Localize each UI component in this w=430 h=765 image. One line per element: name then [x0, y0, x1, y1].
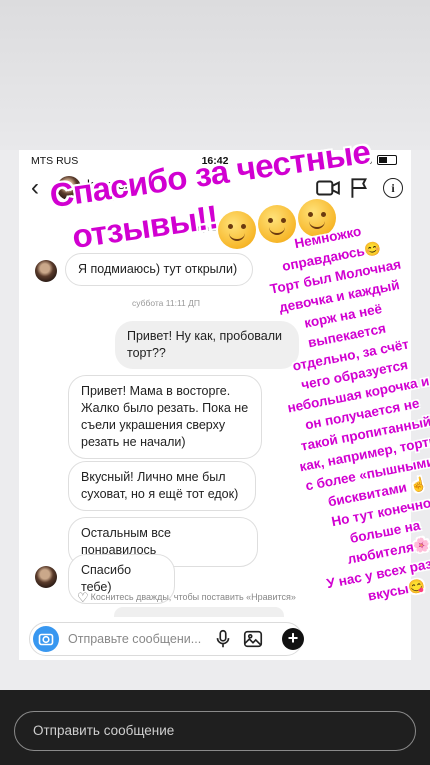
story-background-top [0, 0, 430, 150]
camera-icon[interactable] [33, 626, 59, 652]
message-incoming: Я подмиаюсь) тут открыли) [65, 253, 253, 286]
story-reply-field[interactable]: Отправить сообщение [14, 711, 416, 751]
date-separator: суббота 11:11 ДП [132, 298, 200, 308]
info-icon[interactable]: i [383, 178, 403, 198]
message-partially-visible [114, 607, 284, 617]
video-call-icon[interactable] [315, 175, 341, 201]
flag-icon[interactable] [347, 175, 373, 201]
double-tap-hint: ♡ Коснитесь дважды, чтобы поставить «Нрав… [77, 590, 296, 606]
heart-icon: ♡ [77, 590, 89, 605]
plus-icon[interactable]: + [282, 628, 304, 650]
message-composer[interactable]: Отправьте сообщени... + [29, 622, 304, 656]
avatar [35, 566, 57, 588]
hint-text: Коснитесь дважды, чтобы поставить «Нрави… [90, 592, 296, 602]
microphone-icon[interactable] [212, 628, 234, 650]
message-input[interactable]: Отправьте сообщени... [68, 632, 201, 646]
message-incoming: Вкусный! Лично мне был суховат, но я ещё… [68, 461, 256, 511]
gallery-icon[interactable] [242, 628, 264, 650]
avatar [35, 260, 57, 282]
message-incoming: Привет! Мама в восторге. Жалко было реза… [68, 375, 262, 459]
story-reply-input[interactable]: Отправить сообщение [33, 723, 174, 738]
